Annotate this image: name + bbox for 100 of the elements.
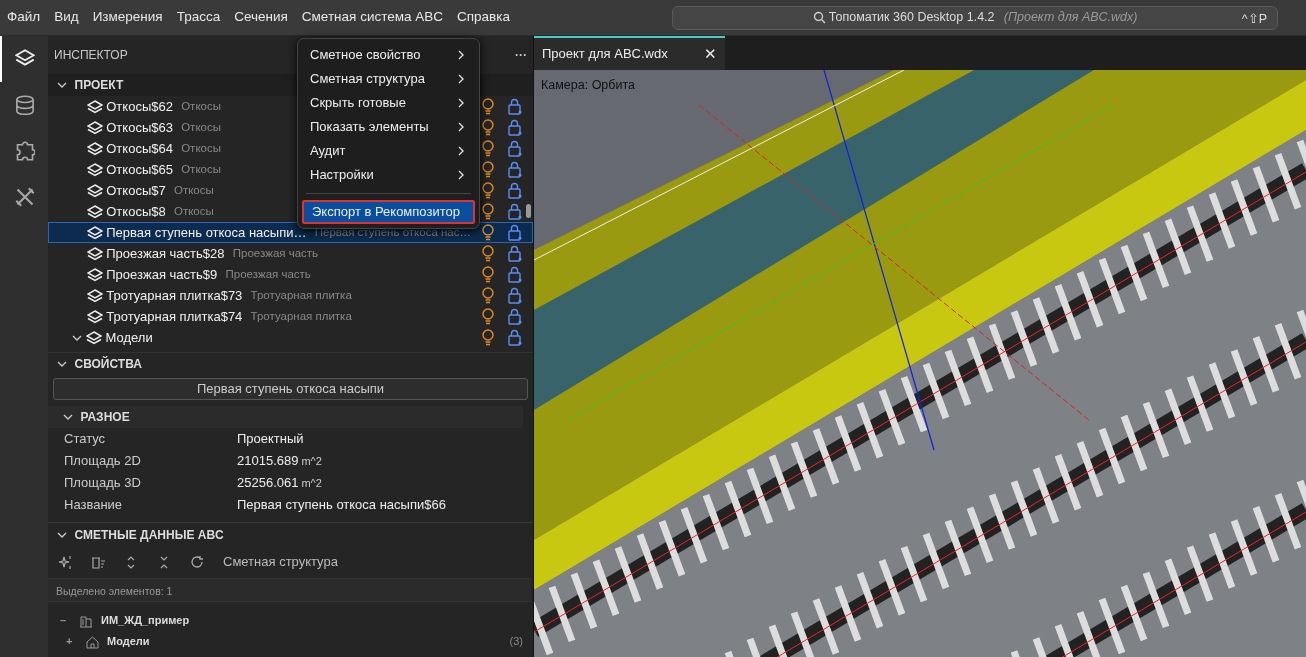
property-label: Площадь 3D — [64, 474, 142, 493]
menu-item[interactable]: Настройки — [302, 163, 475, 187]
menu-item[interactable]: Файл — [0, 7, 48, 28]
item-type: Проезжая часть — [232, 245, 319, 261]
tree-item[interactable]: Первая ступень откоса насыпи… — [106, 222, 307, 243]
menu-item[interactable]: Справка — [450, 7, 517, 28]
lightbulb-icon — [481, 182, 495, 199]
building-icon — [80, 613, 93, 628]
tree-item[interactable]: Откосы$65 — [106, 159, 173, 180]
tree-item[interactable]: Модели — [105, 327, 153, 348]
delete-list-icon[interactable] — [91, 554, 106, 570]
lightbulb-icon — [481, 308, 495, 325]
lock-icon — [507, 308, 522, 325]
menu-item[interactable]: Экспорт в Рекомпозитор — [302, 200, 475, 224]
layers-icon — [87, 162, 103, 177]
menu-item[interactable]: Сечения — [227, 7, 295, 28]
close-button[interactable]: ✕ — [704, 42, 717, 66]
lock-icon — [507, 245, 522, 262]
unit-label: m^2 — [301, 453, 322, 469]
sparkle-icon[interactable] — [58, 554, 73, 570]
menu-item[interactable]: Скрыть готовые — [302, 91, 475, 115]
tree-item[interactable]: Тротуарная плитка$74 — [106, 306, 243, 327]
tools-icon[interactable] — [15, 187, 35, 207]
tree-item[interactable]: Откосы$8 — [106, 201, 166, 222]
group-title[interactable]: РАЗНОЕ — [80, 408, 130, 426]
tree-item[interactable]: Откосы$62 — [106, 96, 173, 117]
refresh-icon[interactable] — [190, 554, 205, 570]
selected-element-name: Первая ступень откоса насыпи — [53, 378, 528, 400]
lock-icon — [507, 161, 522, 178]
lightbulb-icon — [481, 98, 495, 115]
property-value: 25256.061 — [237, 474, 299, 493]
tree-item[interactable]: Откосы$64 — [106, 138, 173, 159]
item-type: Откосы — [181, 119, 221, 135]
menu-item[interactable]: Сметное свойство — [302, 43, 475, 67]
lightbulb-icon — [481, 245, 495, 262]
item-type: Откосы — [181, 98, 221, 114]
item-type: Тротуарная плитка — [250, 308, 352, 324]
lock-icon — [507, 266, 522, 283]
layers-icon — [86, 330, 103, 345]
layers-icon — [87, 99, 103, 114]
more-button[interactable]: ··· — [515, 46, 527, 64]
layers-icon — [87, 288, 103, 303]
layers-icon — [87, 309, 103, 324]
layers-icon — [87, 225, 103, 240]
menu-item[interactable]: Сметная система ABC — [294, 7, 451, 28]
lightbulb-icon — [481, 161, 495, 178]
tree-item[interactable]: ИМ_ЖД_пример — [101, 612, 523, 629]
toggle-icon[interactable]: – — [60, 612, 80, 629]
document-tab[interactable]: Проект для ABC.wdx ✕ — [534, 36, 725, 70]
item-type: Проезжая часть — [225, 266, 311, 282]
lightbulb-icon — [481, 224, 495, 241]
property-value: Первая ступень откоса насыпи$66 — [237, 496, 446, 515]
item-type: Откосы — [173, 182, 214, 198]
section-title[interactable]: СВОЙСТВА — [74, 354, 142, 373]
toggle-icon[interactable]: + — [66, 633, 86, 650]
tree-item[interactable]: Тротуарная плитка$73 — [106, 285, 243, 306]
lock-icon — [507, 224, 522, 241]
property-label: Название — [64, 496, 124, 515]
lock-icon — [507, 203, 522, 220]
puzzle-icon[interactable] — [15, 141, 35, 161]
structure-label: Сметная структура — [223, 553, 338, 572]
layers-icon — [87, 183, 103, 198]
property-label: Статус — [64, 430, 107, 449]
tree-item[interactable]: Модели — [107, 633, 510, 650]
scrollbar-thumb[interactable] — [526, 204, 531, 218]
property-label: Площадь 2D — [64, 452, 142, 471]
menu-item[interactable]: Аудит — [302, 139, 475, 163]
layers-icon — [87, 246, 103, 261]
lock-icon — [507, 140, 522, 157]
command-center[interactable]: Топоматик 360 Desktop 1.4.2 (Проект для ABC.wdx) ^⇧P — [672, 5, 1278, 30]
tree-item[interactable]: Откосы$7 — [106, 180, 166, 201]
menu-item[interactable]: Вид — [47, 7, 86, 28]
item-count: (3) — [509, 634, 523, 650]
item-type: Откосы — [181, 140, 221, 156]
item-type: Откосы — [181, 161, 221, 177]
project-name: (Проект для ABC.wdx) — [1003, 9, 1138, 27]
property-value: 21015.689 — [237, 452, 299, 471]
selection-count: Выделено элементов: 1 — [48, 578, 531, 602]
lightbulb-icon — [481, 119, 495, 136]
layers-icon — [87, 204, 103, 219]
section-title[interactable]: СМЕТНЫЕ ДАННЫЕ ABC — [74, 525, 224, 544]
menu-item[interactable]: Измерения — [85, 7, 170, 28]
menu-item[interactable]: Трасса — [169, 7, 228, 28]
item-type: Тротуарная плитка — [250, 287, 352, 303]
tree-item[interactable]: Проезжая часть$9 — [106, 264, 218, 285]
section-title[interactable]: ПРОЕКТ — [74, 76, 124, 94]
database-icon[interactable] — [15, 95, 35, 115]
lightbulb-icon — [481, 329, 495, 346]
layers-icon — [87, 267, 103, 282]
camera-label: Камера: Орбита — [541, 77, 635, 94]
tree-item[interactable]: Проезжая часть$28 — [106, 243, 225, 264]
panel-title: ИНСПЕКТОР — [54, 47, 128, 64]
layers-icon — [87, 141, 103, 156]
menu-item[interactable]: Показать элементы — [302, 115, 475, 139]
menu-item[interactable]: Сметная структура — [302, 67, 475, 91]
item-type: Откосы — [173, 203, 214, 219]
lightbulb-icon — [481, 203, 495, 220]
home-icon — [86, 634, 99, 649]
lightbulb-icon — [481, 287, 495, 304]
tree-item[interactable]: Откосы$63 — [106, 117, 173, 138]
